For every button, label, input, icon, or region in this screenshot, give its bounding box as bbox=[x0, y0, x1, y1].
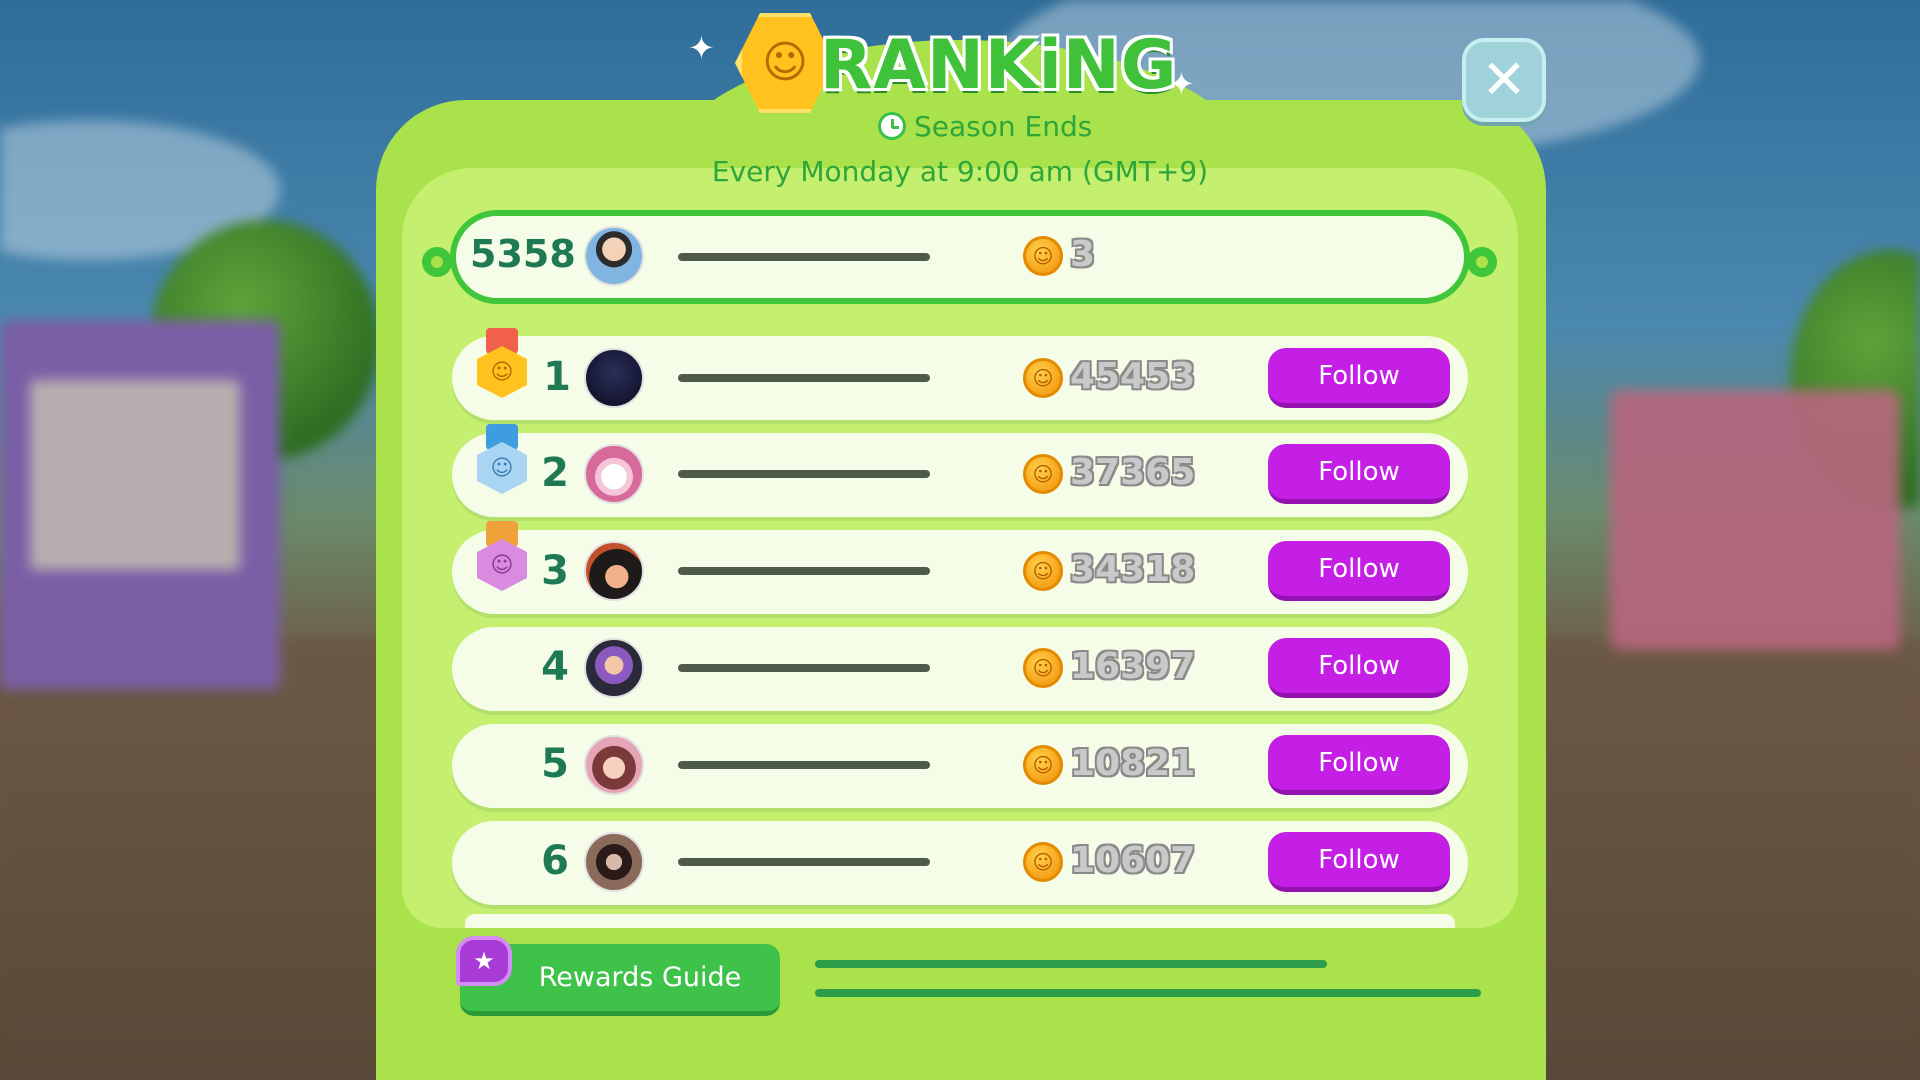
player-name-bar bbox=[678, 858, 930, 866]
rank-number: 2 bbox=[541, 450, 569, 496]
player-avatar[interactable] bbox=[584, 832, 644, 892]
coin-icon: ☺ bbox=[1023, 236, 1063, 276]
player-score: 10821 bbox=[1070, 743, 1196, 784]
row-connector-dot bbox=[1467, 247, 1497, 277]
silver-medal-icon: ☺ bbox=[477, 424, 527, 502]
gold-medal-icon: ☺ bbox=[477, 328, 527, 406]
row-connector-dot bbox=[422, 247, 452, 277]
booth-window bbox=[30, 380, 240, 570]
medal-face: ☺ bbox=[477, 539, 527, 591]
player-score: 45453 bbox=[1070, 356, 1196, 397]
player-name-bar bbox=[678, 761, 930, 769]
medal-face: ☺ bbox=[477, 442, 527, 494]
bronze-medal-icon: ☺ bbox=[477, 521, 527, 599]
player-score: 37365 bbox=[1070, 452, 1196, 493]
coin-icon: ☺ bbox=[1023, 551, 1063, 591]
close-button[interactable]: ✕ bbox=[1462, 38, 1546, 122]
coin-icon: ☺ bbox=[1023, 745, 1063, 785]
player-avatar[interactable] bbox=[584, 541, 644, 601]
info-text-bar bbox=[815, 960, 1327, 968]
smiley-face-icon: ☺ bbox=[762, 37, 808, 88]
player-name-bar bbox=[678, 664, 930, 672]
my-rank: 5358 bbox=[470, 232, 576, 276]
rank-number: 5 bbox=[541, 741, 569, 787]
follow-button[interactable]: Follow bbox=[1268, 832, 1450, 892]
pink-stand bbox=[1610, 390, 1900, 650]
follow-button[interactable]: Follow bbox=[1268, 348, 1450, 408]
rank-number: 6 bbox=[541, 838, 569, 884]
star-speech-bubble-icon: ★ bbox=[456, 936, 512, 986]
close-icon: ✕ bbox=[1481, 48, 1527, 111]
season-ends: Season Ends bbox=[878, 108, 1092, 144]
player-avatar[interactable] bbox=[584, 735, 644, 795]
coin-icon: ☺ bbox=[1023, 358, 1063, 398]
season-schedule: Every Monday at 9:00 am (GMT+9) bbox=[711, 155, 1209, 188]
player-name-bar bbox=[678, 567, 930, 575]
rank-number: 4 bbox=[541, 644, 569, 690]
player-name-bar bbox=[678, 470, 930, 478]
player-avatar[interactable] bbox=[584, 444, 644, 504]
clock-icon bbox=[878, 112, 906, 140]
rank-number: 1 bbox=[543, 354, 571, 400]
info-text-bar bbox=[815, 989, 1481, 997]
my-avatar[interactable] bbox=[584, 226, 644, 286]
coin-icon: ☺ bbox=[1023, 648, 1063, 688]
follow-button[interactable]: Follow bbox=[1268, 735, 1450, 795]
coin-icon: ☺ bbox=[1023, 454, 1063, 494]
sparkle-icon: ✦ bbox=[688, 29, 715, 67]
follow-button[interactable]: Follow bbox=[1268, 444, 1450, 504]
player-score: 16397 bbox=[1070, 646, 1196, 687]
follow-button[interactable]: Follow bbox=[1268, 638, 1450, 698]
next-row-peek bbox=[465, 914, 1455, 928]
rank-number: 3 bbox=[541, 548, 569, 594]
follow-button[interactable]: Follow bbox=[1268, 541, 1450, 601]
season-ends-label: Season Ends bbox=[914, 109, 1093, 143]
my-name-bar bbox=[678, 253, 930, 261]
player-avatar[interactable] bbox=[584, 638, 644, 698]
booth bbox=[0, 320, 280, 690]
coin-icon: ☺ bbox=[1023, 842, 1063, 882]
medal-face: ☺ bbox=[477, 346, 527, 398]
player-name-bar bbox=[678, 374, 930, 382]
player-avatar[interactable] bbox=[584, 348, 644, 408]
player-score: 34318 bbox=[1070, 549, 1196, 590]
my-score: 3 bbox=[1070, 234, 1096, 275]
page-title: RANKiNG bbox=[820, 26, 1178, 105]
player-score: 10607 bbox=[1070, 840, 1196, 881]
